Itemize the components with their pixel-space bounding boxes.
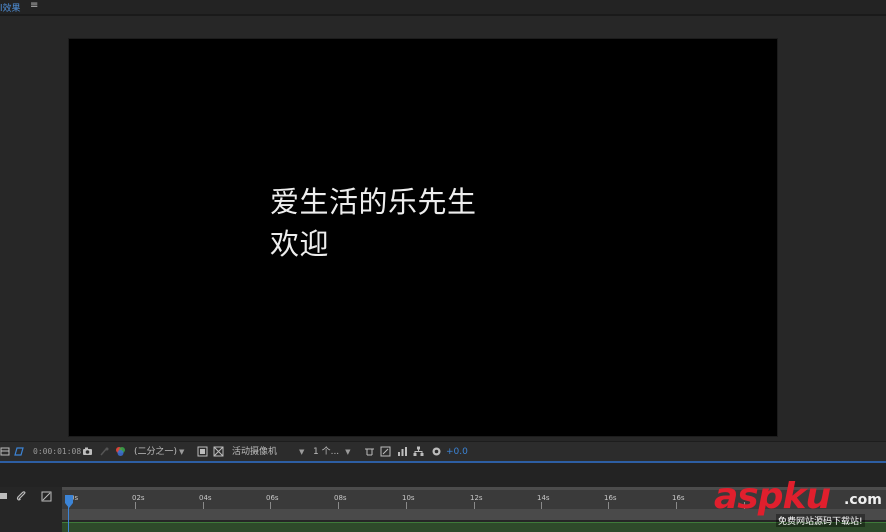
views-chevron-down-icon: ▼ [345, 448, 351, 456]
comp-text-line-1: 爱生活的乐先生 [270, 185, 477, 219]
tick-label: 14s [537, 494, 550, 502]
tick-label: 06s [266, 494, 279, 502]
watermark-logo: aspku [714, 476, 831, 517]
graph-editor-icon[interactable] [41, 491, 52, 502]
panel-menu-icon[interactable]: ≡ [30, 0, 38, 11]
transparency-grid-icon[interactable] [213, 446, 224, 457]
watermark-domain: .com [844, 492, 882, 508]
tick-label: 02s [132, 494, 145, 502]
toggle-pixel-aspect-icon[interactable] [364, 446, 375, 457]
ruler-tick [406, 502, 407, 509]
view-layout-value: 1 个... [313, 447, 340, 457]
playhead-line [68, 505, 69, 532]
camera-view-dropdown[interactable]: 活动摄像机 ▼ [232, 442, 304, 462]
tick-label: 16s [672, 494, 685, 502]
ruler-tick [270, 502, 271, 509]
resolution-chevron-down-icon: ▼ [179, 448, 185, 456]
ruler-tick [338, 502, 339, 509]
panel-header: l效果 ≡ [0, 0, 886, 14]
camera-snapshot-icon[interactable] [82, 446, 93, 457]
flowchart-icon[interactable] [413, 446, 424, 457]
view-layout-dropdown[interactable]: 1 个... ▼ [313, 442, 351, 462]
ruler-tick [676, 502, 677, 509]
tick-label: 10s [402, 494, 415, 502]
effects-panel-tab[interactable]: l效果 [0, 1, 21, 14]
camera-view-value: 活动摄像机 [232, 447, 278, 457]
exposure-value[interactable]: +0.0 [446, 442, 468, 462]
color-channel-icon[interactable] [115, 446, 126, 457]
ruler-tick [541, 502, 542, 509]
grid-icon[interactable] [0, 446, 11, 457]
region-of-interest-icon[interactable] [197, 446, 208, 457]
exposure-reset-icon[interactable] [431, 446, 442, 457]
ruler-tick [608, 502, 609, 509]
timeline-sync-icon[interactable] [397, 446, 408, 457]
comment-icon[interactable] [0, 491, 9, 502]
playhead-handle-icon[interactable] [64, 495, 74, 509]
ruler-tick [474, 502, 475, 509]
fast-preview-icon[interactable] [380, 446, 391, 457]
tick-label: 16s [604, 494, 617, 502]
composition-frame[interactable]: 爱生活的乐先生 欢迎 [68, 38, 778, 437]
ruler-tick [135, 502, 136, 509]
resolution-dropdown[interactable]: (二分之一) ▼ [134, 442, 184, 462]
show-snapshot-icon[interactable] [99, 446, 110, 457]
tick-label: 04s [199, 494, 212, 502]
site-watermark: aspku .com 免费网站源码下载站! [714, 476, 886, 532]
current-timecode[interactable]: 0:00:01:08 [33, 442, 81, 462]
paperclip-icon[interactable] [16, 491, 27, 502]
tick-label: 08s [334, 494, 347, 502]
tick-label: 12s [470, 494, 483, 502]
ruler-tick [203, 502, 204, 509]
comp-text-line-2: 欢迎 [270, 227, 330, 261]
watermark-tagline: 免费网站源码下载站! [776, 514, 865, 527]
viewer-toolbar: 0:00:01:08 (二分之一) ▼ 活动摄像机 ▼ 1 个... ▼ +0.0 [0, 441, 886, 461]
mask-toggle-icon[interactable] [13, 446, 24, 457]
resolution-value: (二分之一) [134, 447, 178, 457]
composition-viewer[interactable]: 爱生活的乐先生 欢迎 [0, 16, 886, 441]
camera-chevron-down-icon: ▼ [299, 448, 305, 456]
